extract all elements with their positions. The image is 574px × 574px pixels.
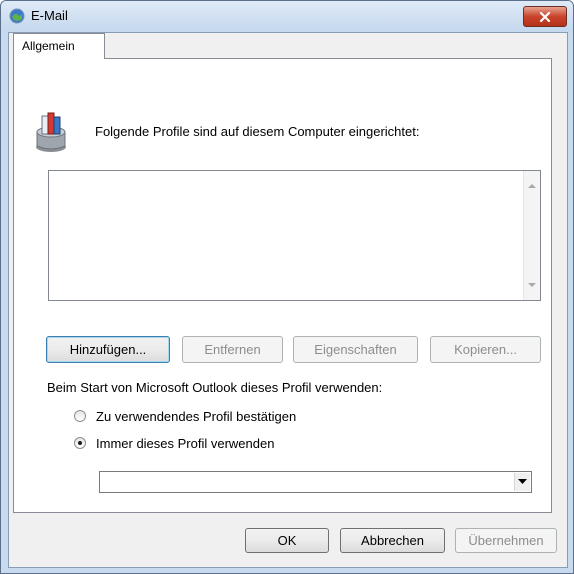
close-button[interactable]	[523, 6, 567, 27]
profile-list-scrollbar[interactable]	[523, 171, 540, 300]
scroll-up-icon[interactable]	[528, 183, 536, 189]
add-profile-button[interactable]: Hinzufügen...	[46, 336, 170, 363]
copy-profile-button[interactable]: Kopieren...	[430, 336, 541, 363]
chevron-down-icon	[518, 479, 527, 484]
ok-button[interactable]: OK	[245, 528, 329, 553]
profile-list[interactable]	[48, 170, 541, 301]
scroll-down-icon[interactable]	[528, 282, 536, 288]
window-title: E-Mail	[31, 8, 68, 23]
profile-select[interactable]	[99, 471, 532, 493]
apply-button[interactable]: Übernehmen	[455, 528, 557, 553]
mail-app-icon	[9, 8, 25, 24]
radio-prompt-profile[interactable]	[74, 410, 86, 422]
profiles-heading: Folgende Profile sind auf diesem Compute…	[95, 124, 420, 139]
radio-prompt-label[interactable]: Zu verwendendes Profil bestätigen	[96, 409, 296, 424]
radio-always-label[interactable]: Immer dieses Profil verwenden	[96, 436, 274, 451]
profile-select-dropdown-button[interactable]	[514, 473, 530, 491]
profile-properties-button[interactable]: Eigenschaften	[293, 336, 418, 363]
startup-profile-label: Beim Start von Microsoft Outlook dieses …	[47, 380, 383, 395]
cancel-button[interactable]: Abbrechen	[340, 528, 445, 553]
tab-allgemein[interactable]: Allgemein	[13, 33, 105, 59]
radio-selected-dot	[78, 441, 82, 445]
remove-profile-button[interactable]: Entfernen	[182, 336, 283, 363]
tab-label: Allgemein	[22, 39, 75, 53]
close-icon	[539, 11, 551, 22]
radio-always-profile[interactable]	[74, 437, 86, 449]
title-bar[interactable]: E-Mail	[1, 1, 573, 31]
profiles-icon	[36, 112, 66, 152]
